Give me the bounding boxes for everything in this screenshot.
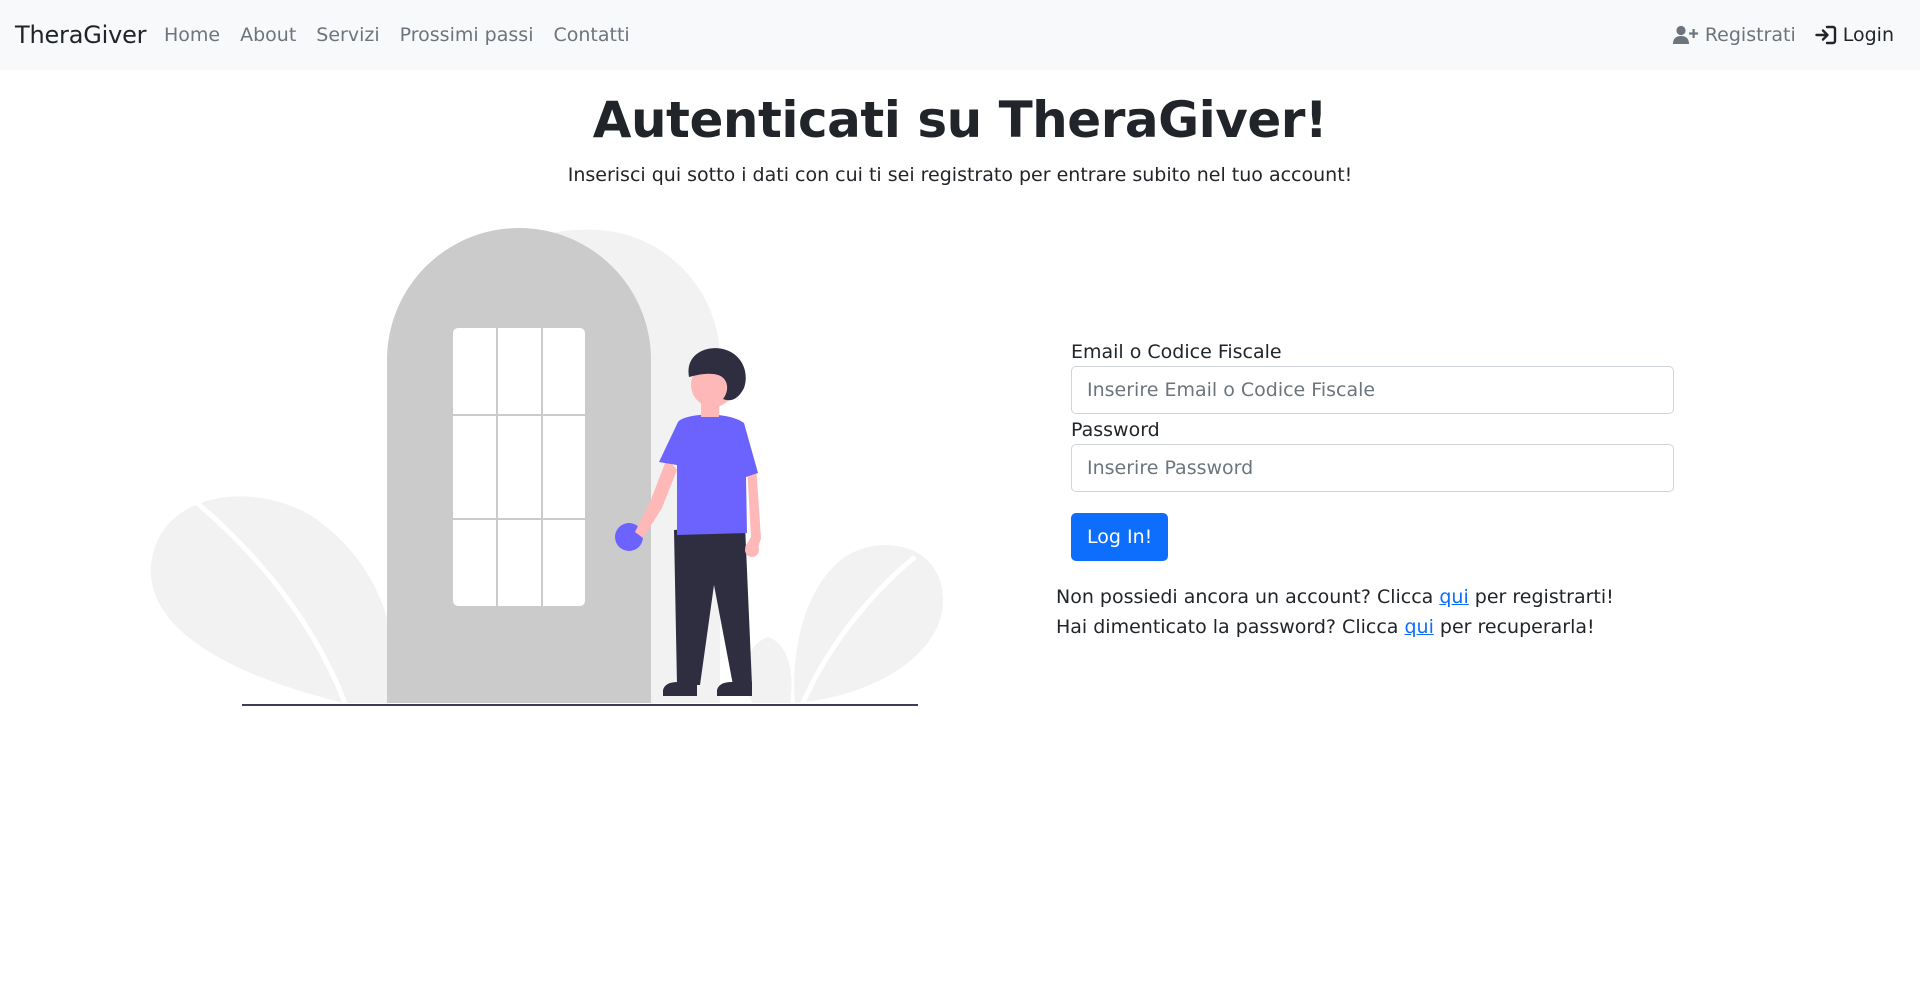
recover-help-suffix: per recuperarla! <box>1439 616 1595 638</box>
login-label: Login <box>1842 24 1894 46</box>
nav-link-servizi[interactable]: Servizi <box>316 24 379 46</box>
door-window <box>453 328 585 606</box>
recover-here-link[interactable]: qui <box>1404 616 1433 638</box>
password-label: Password <box>1071 419 1160 441</box>
register-label: Registrati <box>1704 24 1796 46</box>
login-link[interactable]: Login <box>1815 24 1894 46</box>
door-illustration <box>150 228 944 706</box>
login-button[interactable]: Log In! <box>1071 513 1169 561</box>
nav-link-about[interactable]: About <box>240 24 296 46</box>
nav-link-prossimi-passi[interactable]: Prossimi passi <box>400 24 534 46</box>
nav-link-home[interactable]: Home <box>164 24 220 46</box>
nav-right: Registrati Login <box>1654 0 1894 70</box>
navbar: TheraGiver Home About Servizi Prossimi p… <box>0 0 1920 70</box>
register-help: Non possiedi ancora un account? Clicca q… <box>1056 582 1614 612</box>
login-form: Email o Codice Fiscale Password Log In! <box>1071 338 1675 561</box>
nav-links: Home About Servizi Prossimi passi Contat… <box>164 0 650 70</box>
register-help-prefix: Non possiedi ancora un account? Clicca <box>1056 586 1434 608</box>
page-title: Autenticati su TheraGiver! <box>592 91 1328 149</box>
brand-link[interactable]: TheraGiver <box>15 0 147 70</box>
register-here-link[interactable]: qui <box>1439 586 1468 608</box>
recover-help: Hai dimenticato la password? Clicca qui … <box>1056 612 1614 642</box>
recover-help-prefix: Hai dimenticato la password? Clicca <box>1056 616 1399 638</box>
sign-in-icon <box>1815 25 1836 45</box>
register-link[interactable]: Registrati <box>1672 24 1796 46</box>
password-input[interactable] <box>1071 444 1674 492</box>
email-input[interactable] <box>1071 366 1674 414</box>
register-help-suffix: per registrarti! <box>1474 586 1614 608</box>
user-plus-icon <box>1672 25 1698 44</box>
nav-link-contatti[interactable]: Contatti <box>553 24 629 46</box>
page-subtitle: Inserisci qui sotto i dati con cui ti se… <box>567 164 1353 186</box>
help-text: Non possiedi ancora un account? Clicca q… <box>1056 582 1614 642</box>
email-label: Email o Codice Fiscale <box>1071 341 1282 363</box>
